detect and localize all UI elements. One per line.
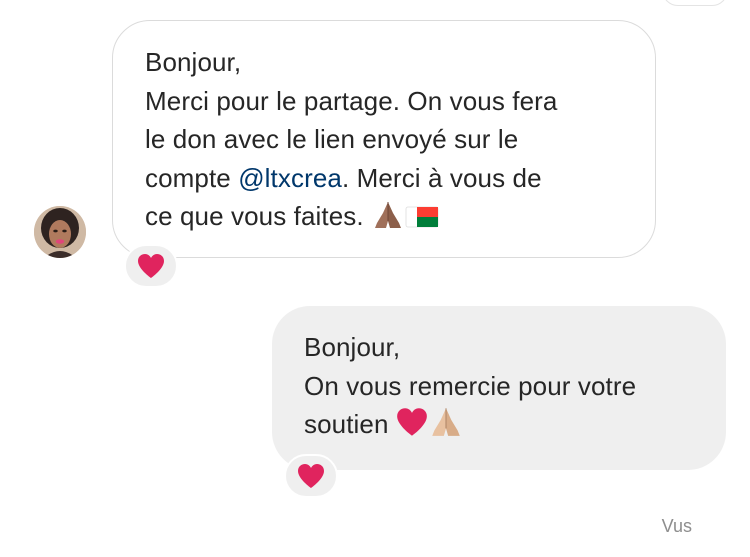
message-line: ce que vous faites. — [145, 201, 372, 231]
message-line: Merci pour le partage. On vous fera — [145, 85, 558, 116]
message-line: On vous remercie pour votre — [304, 370, 637, 401]
madagascar-flag-icon — [405, 206, 439, 228]
message-line: compte — [145, 162, 239, 193]
outgoing-message-bubble[interactable]: Bonjour, On vous remercie pour votre sou… — [272, 306, 726, 470]
outgoing-message-text: Bonjour, On vous remercie pour votre sou… — [304, 328, 636, 444]
praying-hands-icon — [432, 408, 460, 436]
red-heart-icon — [138, 254, 164, 278]
message-line: soutien — [304, 409, 396, 439]
avatar-photo — [34, 206, 86, 258]
sender-avatar[interactable] — [34, 206, 86, 258]
user-mention-link[interactable]: @ltxcrea — [238, 163, 342, 193]
outgoing-reaction-badge[interactable] — [284, 454, 338, 498]
incoming-reaction-badge[interactable] — [124, 244, 178, 288]
incoming-message-bubble[interactable]: Bonjour, Merci pour le partage. On vous … — [112, 20, 656, 258]
message-line: le don avec le lien envoyé sur le — [145, 124, 519, 154]
previous-message-bubble-edge — [662, 0, 728, 6]
red-heart-icon — [298, 464, 324, 488]
praying-hands-icon — [375, 202, 402, 228]
seen-status: Vus — [661, 516, 692, 536]
message-line: . Merci à vous de — [341, 162, 542, 193]
message-line: Bonjour, — [145, 47, 242, 77]
message-line: Bonjour, — [304, 332, 401, 362]
incoming-message-text: Bonjour, Merci pour le partage. On vous … — [145, 43, 557, 236]
red-heart-icon — [397, 408, 427, 436]
